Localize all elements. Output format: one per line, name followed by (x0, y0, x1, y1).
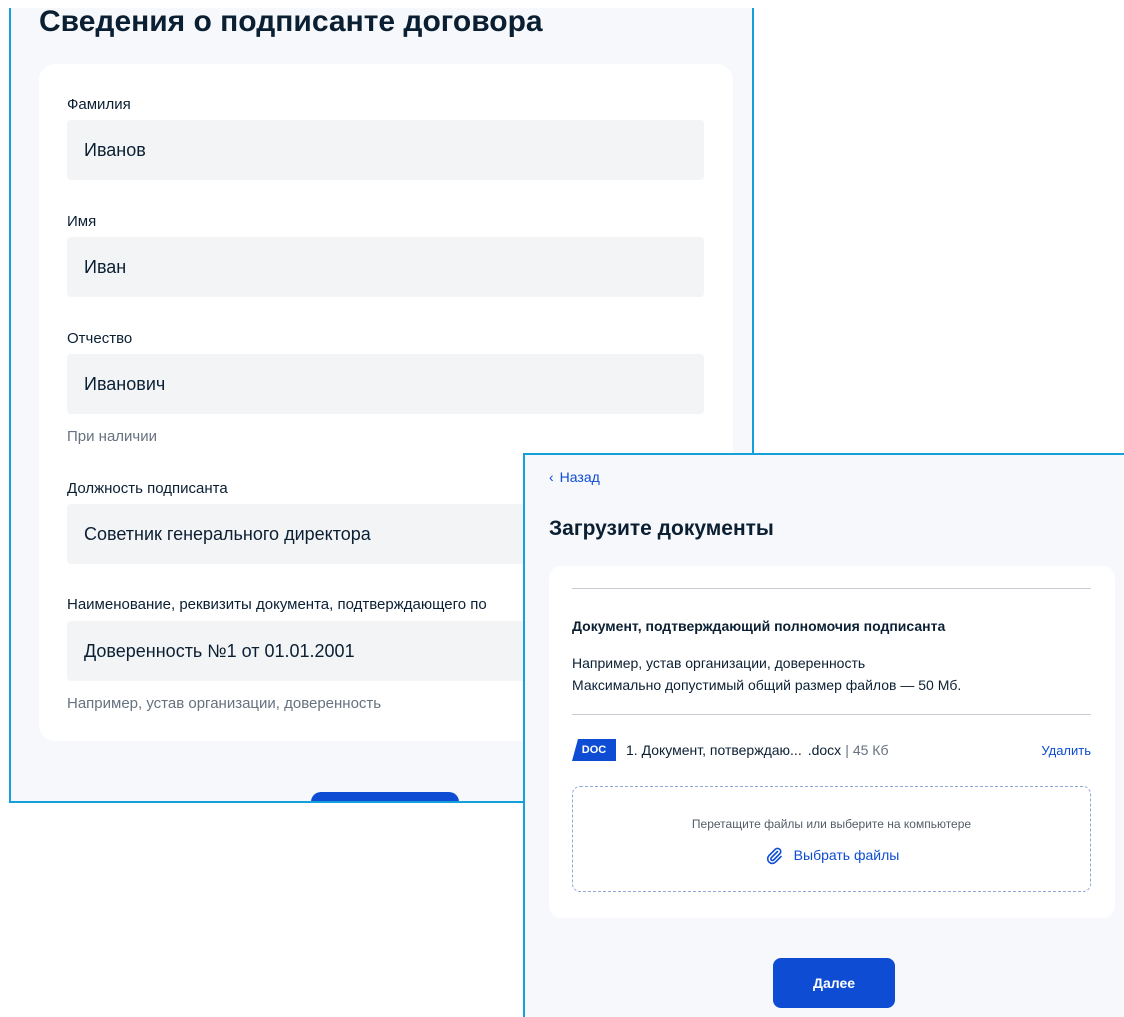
doc-file-icon: DOC (572, 739, 616, 761)
divider (572, 714, 1091, 715)
upload-card: Документ, подтверждающий полномочия подп… (549, 566, 1115, 918)
patronymic-label: Отчество (67, 330, 133, 347)
dropzone-text: Перетащите файлы или выберите на компьют… (691, 817, 972, 831)
signer-form-next-button[interactable] (311, 792, 459, 801)
file-dropzone[interactable]: Перетащите файлы или выберите на компьют… (572, 786, 1091, 892)
patronymic-input[interactable]: Иванович (67, 354, 704, 414)
page-title: Сведения о подписанте договора (39, 8, 543, 38)
last-name-label: Фамилия (67, 96, 131, 113)
upload-panel: ‹ Назад Загрузите документы Документ, по… (523, 453, 1124, 1017)
file-separator: | (845, 742, 849, 758)
back-link[interactable]: ‹ Назад (549, 469, 600, 485)
choose-files-label: Выбрать файлы (793, 847, 900, 863)
first-name-input[interactable]: Иван (67, 237, 704, 297)
last-name-input[interactable]: Иванов (67, 120, 704, 180)
delete-file-link[interactable]: Удалить (1041, 743, 1091, 758)
position-label: Должность подписанта (67, 480, 228, 497)
divider (572, 588, 1091, 589)
authority-doc-label: Наименование, реквизиты документа, подтв… (67, 596, 487, 613)
chevron-left-icon: ‹ (549, 469, 554, 485)
file-extension: .docx (807, 742, 842, 758)
file-name: 1. Документ, потверждаю... (626, 742, 802, 758)
first-name-label: Имя (67, 213, 97, 230)
paperclip-icon (766, 847, 782, 865)
document-heading: Документ, подтверждающий полномочия подп… (572, 618, 946, 634)
choose-files-button[interactable]: Выбрать файлы (573, 845, 1090, 865)
patronymic-hint: При наличии (67, 428, 157, 445)
uploaded-file-row: DOC 1. Документ, потверждаю... .docx | 4… (572, 738, 1091, 762)
doc-badge-label: DOC (581, 744, 607, 756)
next-button[interactable]: Далее (773, 958, 895, 1008)
back-label: Назад (559, 469, 600, 485)
document-description: Например, устав организации, доверенност… (572, 652, 961, 696)
file-size: 45 Кб (852, 742, 889, 758)
document-example: Например, устав организации, доверенност… (572, 655, 866, 671)
authority-doc-hint: Например, устав организации, доверенност… (67, 695, 382, 712)
upload-title: Загрузите документы (549, 517, 774, 540)
document-size-limit: Максимально допустимый общий размер файл… (572, 677, 962, 693)
